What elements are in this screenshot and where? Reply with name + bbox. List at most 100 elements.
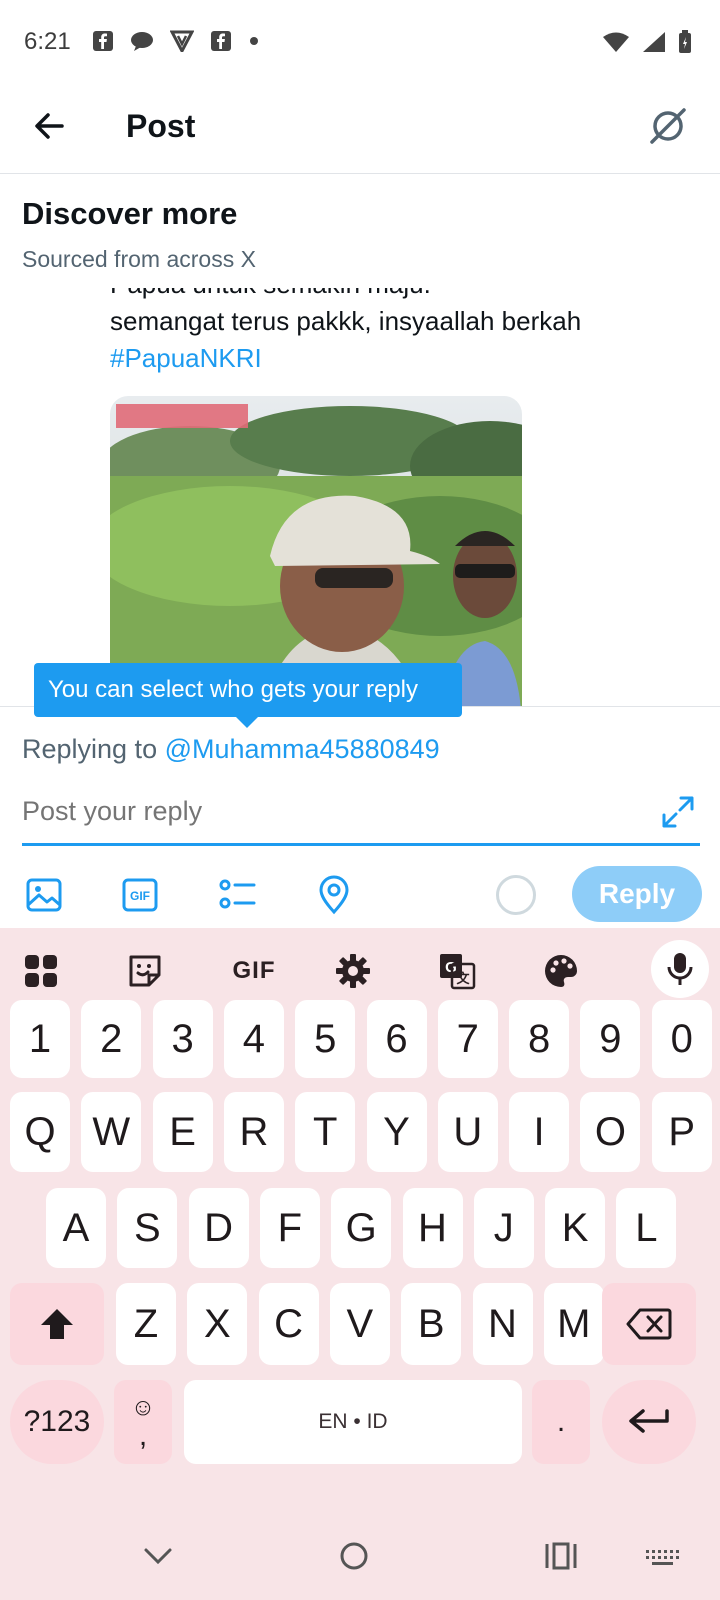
shift-arrow-icon: [41, 1309, 73, 1339]
location-pin-icon: [319, 875, 349, 915]
vpn-shield-icon: [170, 30, 194, 52]
translate-button[interactable]: G文: [436, 950, 478, 992]
back-button[interactable]: [28, 104, 72, 148]
key-b[interactable]: B: [401, 1283, 462, 1365]
palette-icon: [545, 955, 577, 987]
audience-tooltip[interactable]: You can select who gets your reply: [34, 663, 462, 717]
post-content[interactable]: Papua untuk semakin maju. semangat terus…: [0, 288, 720, 706]
key-7[interactable]: 7: [437, 1000, 498, 1078]
keyboard-switcher-button[interactable]: [642, 1536, 682, 1576]
key-h[interactable]: H: [402, 1188, 463, 1268]
post-text: Papua untuk semakin maju. semangat terus…: [110, 288, 690, 377]
key-a[interactable]: A: [46, 1188, 106, 1268]
key-w[interactable]: W: [81, 1092, 142, 1172]
navigation-bar: [0, 1520, 720, 1600]
recents-button[interactable]: [542, 1536, 582, 1576]
key-s[interactable]: S: [117, 1188, 178, 1268]
key-1[interactable]: 1: [10, 1000, 70, 1078]
emoji-comma-key[interactable]: ☺ ,: [114, 1380, 172, 1464]
key-j[interactable]: J: [473, 1188, 534, 1268]
battery-icon: [679, 30, 691, 53]
soft-keyboard: GIF G文 1234567890 QWERTYUIOP ASDFGHJKL Z…: [0, 928, 720, 1600]
symbols-key[interactable]: ?123: [10, 1380, 104, 1464]
key-f[interactable]: F: [259, 1188, 320, 1268]
post-text-line-partial: Papua untuk semakin maju.: [110, 288, 690, 303]
key-p[interactable]: P: [651, 1092, 712, 1172]
discover-more-heading: Discover more: [22, 196, 238, 231]
poll-list-icon: [219, 879, 256, 909]
tooltip-arrow: [236, 717, 258, 728]
enter-key[interactable]: [602, 1380, 696, 1464]
expand-compose-button[interactable]: [660, 794, 696, 830]
backspace-icon: [626, 1308, 672, 1340]
key-9[interactable]: 9: [580, 1000, 641, 1078]
keyboard-icon: [646, 1550, 679, 1565]
key-o[interactable]: O: [580, 1092, 641, 1172]
enter-arrow-icon: [629, 1409, 669, 1433]
chat-bubble-icon: [131, 32, 153, 51]
key-v[interactable]: V: [329, 1283, 390, 1365]
input-focus-underline: [22, 843, 700, 846]
key-z[interactable]: Z: [116, 1283, 176, 1365]
key-u[interactable]: U: [437, 1092, 498, 1172]
video-frame-image: [110, 396, 522, 706]
post-text-line: semangat terus pakkk, insyaallah berkah: [110, 306, 582, 336]
emoji-icon: ☺: [130, 1394, 156, 1421]
sticker-button[interactable]: [124, 950, 166, 992]
key-l[interactable]: L: [616, 1188, 677, 1268]
key-g[interactable]: G: [331, 1188, 392, 1268]
key-5[interactable]: 5: [295, 1000, 356, 1078]
space-key[interactable]: EN • ID: [184, 1380, 522, 1464]
key-k[interactable]: K: [545, 1188, 606, 1268]
circle-home-icon: [340, 1542, 368, 1570]
post-video-thumbnail[interactable]: [110, 396, 522, 706]
facebook-icon: [211, 31, 231, 51]
status-bar: 6:21: [0, 0, 720, 86]
key-t[interactable]: T: [295, 1092, 356, 1172]
add-photo-button[interactable]: [24, 875, 64, 915]
key-4[interactable]: 4: [223, 1000, 284, 1078]
hashtag-link[interactable]: #PapuaNKRI: [110, 340, 690, 377]
theme-button[interactable]: [540, 950, 582, 992]
sticker-icon: [129, 955, 161, 987]
chevron-down-icon: [144, 1548, 172, 1565]
key-r[interactable]: R: [223, 1092, 284, 1172]
backspace-key[interactable]: [602, 1283, 696, 1365]
key-y[interactable]: Y: [366, 1092, 427, 1172]
keyboard-settings-button[interactable]: [332, 950, 374, 992]
key-0[interactable]: 0: [651, 1000, 712, 1078]
replying-to-line[interactable]: Replying to @Muhamma45880849: [22, 734, 440, 765]
signal-icon: [643, 32, 665, 52]
page-title: Post: [126, 108, 196, 144]
discover-more-subtitle: Sourced from across X: [22, 246, 256, 272]
key-q[interactable]: Q: [10, 1092, 70, 1172]
image-icon: [26, 878, 62, 912]
notification-icons: [92, 30, 260, 52]
add-gif-button[interactable]: GIF: [120, 875, 160, 915]
add-poll-button[interactable]: [218, 875, 258, 915]
key-e[interactable]: E: [152, 1092, 213, 1172]
key-d[interactable]: D: [188, 1188, 249, 1268]
grok-button[interactable]: [646, 104, 690, 148]
period-key[interactable]: .: [532, 1380, 590, 1464]
key-n[interactable]: N: [472, 1283, 533, 1365]
key-3[interactable]: 3: [152, 1000, 213, 1078]
key-c[interactable]: C: [258, 1283, 319, 1365]
key-6[interactable]: 6: [366, 1000, 427, 1078]
home-button[interactable]: [334, 1536, 374, 1576]
key-i[interactable]: I: [509, 1092, 570, 1172]
reply-input[interactable]: [22, 796, 622, 827]
hide-keyboard-button[interactable]: [138, 1536, 178, 1576]
key-8[interactable]: 8: [509, 1000, 570, 1078]
key-x[interactable]: X: [187, 1283, 248, 1365]
voice-input-button[interactable]: [651, 940, 709, 998]
keyboard-gif-button[interactable]: GIF: [226, 950, 282, 992]
keyboard-apps-button[interactable]: [20, 950, 62, 992]
shift-key[interactable]: [10, 1283, 104, 1365]
key-m[interactable]: M: [543, 1283, 604, 1365]
svg-text:文: 文: [456, 971, 470, 986]
key-2[interactable]: 2: [81, 1000, 142, 1078]
reply-handle-link[interactable]: @Muhamma45880849: [165, 734, 440, 764]
reply-button[interactable]: Reply: [572, 866, 702, 922]
add-location-button[interactable]: [314, 875, 354, 915]
